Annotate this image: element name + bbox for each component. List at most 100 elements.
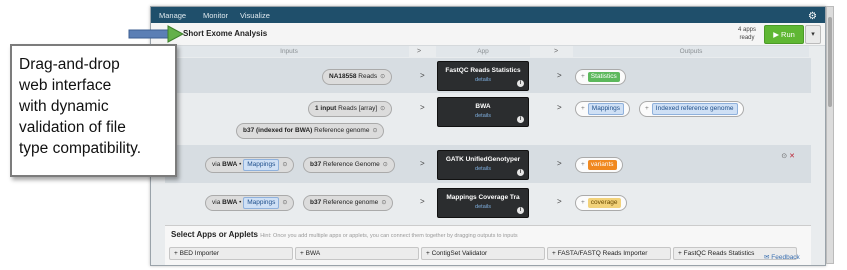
feedback-link[interactable]: ✉ Feedback	[764, 253, 800, 261]
app-button-label: ContigSet Validator	[431, 250, 488, 257]
nav-monitor[interactable]: Monitor	[203, 11, 228, 20]
app-box[interactable]: GATK UnifiedGenotyper details i	[437, 150, 529, 180]
dropdown-icon[interactable]: ⊙	[383, 158, 388, 172]
info-icon[interactable]: i	[517, 80, 524, 87]
plus-icon[interactable]: +	[581, 199, 585, 206]
input-tag: Mappings	[243, 159, 280, 171]
input-label: Reads	[358, 73, 378, 80]
plus-icon[interactable]: +	[581, 105, 585, 112]
apps-status: ready	[739, 35, 755, 41]
app-name: Mappings Coverage Tra	[446, 194, 520, 201]
output-pill[interactable]: + Mappings	[575, 101, 630, 117]
column-header-inputs: Inputs	[169, 46, 409, 57]
flow-arrow-icon: >	[420, 159, 425, 168]
input-prefix: via	[212, 199, 221, 206]
input-pill[interactable]: b37 Reference genome ⊙	[303, 195, 394, 211]
stage-row: NA18558 Reads ⊙ > FastQC Reads Statistics…	[165, 58, 811, 93]
input-tag: Mappings	[243, 197, 280, 209]
output-pill[interactable]: + Statistics	[575, 69, 626, 85]
input-prefix: via	[212, 161, 221, 168]
output-tag: Indexed reference genome	[651, 103, 738, 115]
dropdown-icon[interactable]: ⊙	[282, 158, 287, 172]
input-label: Reference genome	[314, 127, 370, 134]
apps-count: 4 apps	[737, 27, 756, 33]
info-icon[interactable]: ⊙	[781, 153, 787, 160]
run-label: Run	[781, 30, 795, 39]
run-button[interactable]: ▶ Run	[764, 25, 804, 44]
app-button-label: FastQC Reads Statistics	[683, 250, 755, 257]
stage-row: via BWA • Mappings ⊙ b37 Reference genome…	[165, 183, 811, 221]
scrollbar-thumb[interactable]	[828, 17, 832, 107]
plus-icon[interactable]: +	[581, 73, 585, 80]
dropdown-icon[interactable]: ⊙	[372, 124, 377, 138]
app-name: FastQC Reads Statistics	[445, 67, 521, 74]
input-pill[interactable]: NA18558 Reads ⊙	[322, 69, 393, 85]
flow-arrow-icon: >	[557, 71, 562, 80]
gear-icon[interactable]: ⚙	[808, 11, 817, 22]
select-apps-title: Select Apps or Applets Hint: Once you ad…	[171, 230, 518, 239]
info-icon[interactable]: i	[517, 169, 524, 176]
flow-arrow-icon: >	[557, 159, 562, 168]
info-icon[interactable]: i	[517, 207, 524, 214]
add-app-button[interactable]: + ContigSet Validator	[421, 247, 545, 260]
input-name: BWA	[222, 161, 238, 168]
input-label: Reads [array]	[338, 105, 378, 112]
output-pill[interactable]: + variants	[575, 157, 623, 173]
top-nav: Manage Monitor Visualize ⚙	[151, 7, 825, 23]
dropdown-icon[interactable]: ⊙	[380, 70, 385, 84]
column-header-outputs: Outputs	[573, 46, 809, 57]
flow-arrow-icon: >	[557, 197, 562, 206]
app-name: GATK UnifiedGenotyper	[445, 156, 521, 163]
dropdown-icon[interactable]: ⊙	[380, 102, 385, 116]
output-pill[interactable]: + Indexed reference genome	[639, 101, 744, 117]
apps-ready-status: 4 apps ready	[733, 26, 761, 42]
input-name: b37	[310, 161, 322, 168]
app-box[interactable]: Mappings Coverage Tra details i	[437, 188, 529, 218]
select-apps-panel: Select Apps or Applets Hint: Once you ad…	[165, 225, 811, 265]
app-box[interactable]: FastQC Reads Statistics details i	[437, 61, 529, 91]
vertical-scrollbar[interactable]	[826, 6, 834, 264]
input-pill[interactable]: via BWA • Mappings ⊙	[205, 195, 295, 211]
workflow-titlebar: Short Exome Analysis 4 apps ready ▶ Run …	[151, 23, 825, 46]
app-name: BWA	[475, 103, 491, 110]
info-icon[interactable]: i	[517, 116, 524, 123]
add-app-button[interactable]: + BED Importer	[169, 247, 293, 260]
input-pill[interactable]: b37 (indexed for BWA) Reference genome ⊙	[236, 123, 385, 139]
app-button-label: BED Importer	[179, 250, 219, 257]
input-pill[interactable]: via BWA • Mappings ⊙	[205, 157, 295, 173]
dropdown-icon[interactable]: ⊙	[381, 196, 386, 210]
app-button-label: BWA	[305, 250, 321, 257]
input-name: NA18558	[329, 73, 357, 80]
app-button-label: FASTA/FASTQ Reads Importer	[557, 250, 648, 257]
input-name: b37	[310, 199, 322, 206]
dropdown-icon[interactable]: ⊙	[282, 196, 287, 210]
flow-arrow-icon: >	[420, 103, 425, 112]
output-tag: Mappings	[587, 103, 624, 115]
flow-arrow-icon: >	[420, 71, 425, 80]
output-tag: variants	[587, 160, 617, 170]
annotation-callout: Drag-and-drop web interface with dynamic…	[10, 44, 177, 177]
input-pill[interactable]: 1 input Reads [array] ⊙	[308, 101, 393, 117]
workflow-title[interactable]: Short Exome Analysis	[183, 29, 267, 38]
stage-row: 1 input Reads [array] ⊙ b37 (indexed for …	[165, 93, 811, 145]
close-icon[interactable]: ✕	[789, 153, 795, 160]
feedback-label: Feedback	[771, 254, 800, 261]
nav-manage[interactable]: Manage	[159, 11, 186, 20]
chevron-down-icon[interactable]: ▾	[805, 25, 821, 44]
add-app-button[interactable]: + FASTA/FASTQ Reads Importer	[547, 247, 671, 260]
plus-icon[interactable]: +	[645, 105, 649, 112]
app-details-link[interactable]: details	[438, 166, 528, 172]
add-app-button[interactable]: + BWA	[295, 247, 419, 260]
app-details-link[interactable]: details	[438, 77, 528, 83]
output-pill[interactable]: + coverage	[575, 195, 627, 211]
input-pill[interactable]: b37 Reference Genome ⊙	[303, 157, 395, 173]
app-details-link[interactable]: details	[438, 113, 528, 119]
workflow-window: Manage Monitor Visualize ⚙ Short Exome A…	[150, 6, 826, 266]
app-box[interactable]: BWA details i	[437, 97, 529, 127]
arrow-pointer	[128, 25, 184, 43]
nav-visualize[interactable]: Visualize	[240, 11, 270, 20]
input-name: 1 input	[315, 105, 337, 112]
plus-icon[interactable]: +	[581, 161, 585, 168]
app-details-link[interactable]: details	[438, 204, 528, 210]
output-tag: coverage	[587, 198, 621, 208]
